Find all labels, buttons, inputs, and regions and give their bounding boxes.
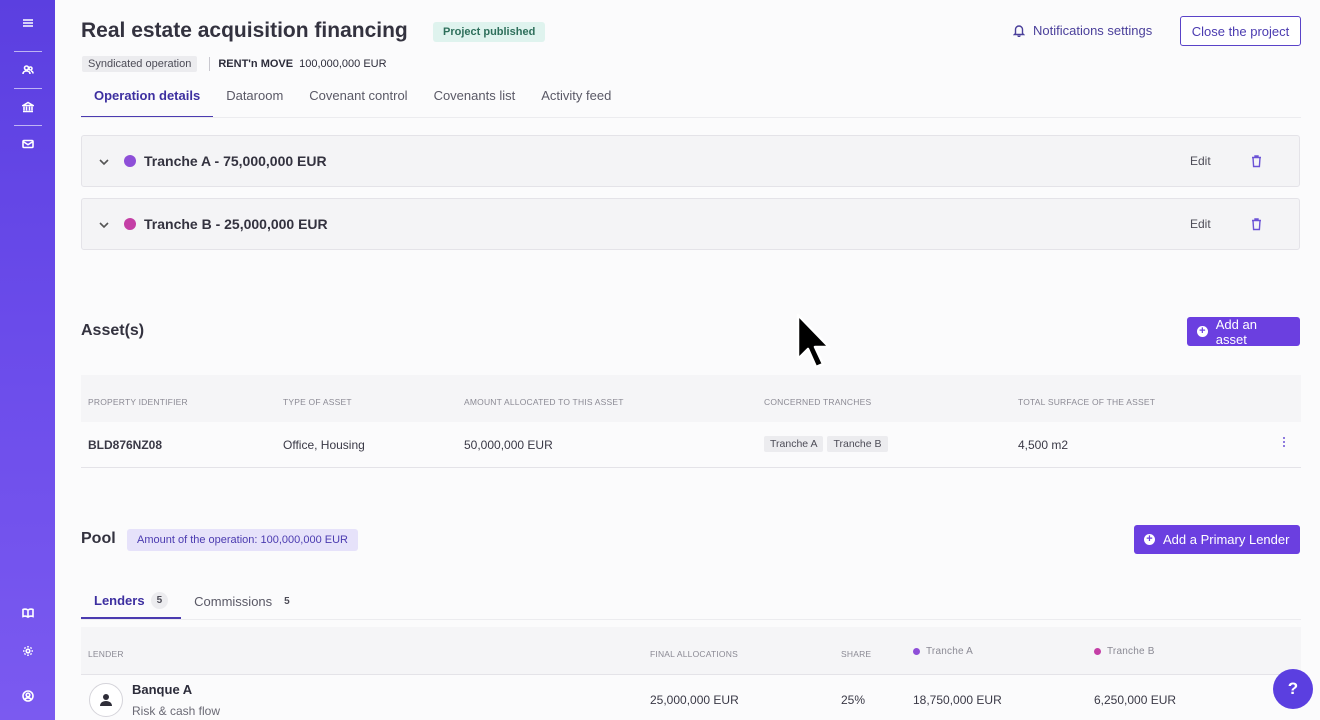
notifications-settings-link[interactable]: Notifications settings xyxy=(1013,23,1152,38)
plus-circle-icon: + xyxy=(1197,326,1208,337)
tab-covenant-control[interactable]: Covenant control xyxy=(296,80,420,118)
tranche-a-color-dot xyxy=(124,155,136,167)
lender-role: Risk & cash flow xyxy=(132,704,221,718)
tranche-b-label: Tranche B - 25,000,000 EUR xyxy=(144,216,328,232)
bank-icon[interactable] xyxy=(16,95,40,119)
tranche-b-edit-button[interactable]: Edit xyxy=(1190,217,1211,231)
tabs-divider xyxy=(81,117,1301,118)
tranche-a-header-label: Tranche A xyxy=(926,646,974,657)
tranche-a-panel[interactable]: Tranche A - 75,000,000 EUR Edit xyxy=(81,135,1300,187)
status-badge: Project published xyxy=(433,22,546,42)
notifications-label: Notifications settings xyxy=(1033,23,1153,38)
bell-icon xyxy=(1013,25,1025,37)
tranche-b-panel[interactable]: Tranche B - 25,000,000 EUR Edit xyxy=(81,198,1300,250)
mail-icon[interactable] xyxy=(16,132,40,156)
users-icon[interactable] xyxy=(16,58,40,82)
divider xyxy=(209,57,211,71)
settings-icon[interactable] xyxy=(16,639,40,663)
tranche-b-allocation: 6,250,000 EUR xyxy=(1094,693,1177,707)
tranche-b-color-dot xyxy=(1094,647,1101,655)
tab-lenders[interactable]: Lenders 5 xyxy=(81,583,182,619)
column-header-tranche-b: Tranche B xyxy=(1094,646,1155,657)
tranche-a-label: Tranche A - 75,000,000 EUR xyxy=(144,153,327,169)
trash-icon[interactable] xyxy=(1250,217,1263,231)
pool-tabs: Lenders 5 Commissions 5 xyxy=(81,583,309,619)
column-header: LENDER xyxy=(88,649,124,659)
tranche-a-allocation: 18,750,000 EUR xyxy=(913,693,1002,707)
tab-activity-feed[interactable]: Activity feed xyxy=(528,80,624,118)
add-lender-label: Add a Primary Lender xyxy=(1163,532,1290,547)
column-header: AMOUNT ALLOCATED TO THIS ASSET xyxy=(464,397,624,407)
asset-amount: 50,000,000 EUR xyxy=(464,438,553,452)
tab-dataroom[interactable]: Dataroom xyxy=(213,80,296,118)
main-content: Real estate acquisition financing Projec… xyxy=(55,0,1320,720)
chevron-down-icon[interactable] xyxy=(98,155,110,167)
user-icon xyxy=(100,694,112,706)
sidebar-divider xyxy=(13,88,42,89)
tab-operation-details[interactable]: Operation details xyxy=(81,80,214,118)
column-header: FINAL ALLOCATIONS xyxy=(650,649,738,659)
trash-icon[interactable] xyxy=(1250,154,1263,168)
tab-label: Commissions xyxy=(194,593,273,609)
page-title: Real estate acquisition financing xyxy=(81,19,408,42)
tranche-b-color-dot xyxy=(124,218,136,230)
pool-section-title: Pool xyxy=(81,530,116,547)
table-row[interactable]: BLD876NZ08 Office, Housing 50,000,000 EU… xyxy=(81,422,1301,468)
sidebar-divider xyxy=(13,51,42,52)
lender-name: Banque A xyxy=(132,682,193,697)
column-header: PROPERTY IDENTIFIER xyxy=(88,397,188,407)
share: 25% xyxy=(841,693,866,707)
tab-label: Lenders xyxy=(94,592,145,608)
assets-section-title: Asset(s) xyxy=(81,322,145,339)
assets-table-header: PROPERTY IDENTIFIER TYPE OF ASSET AMOUNT… xyxy=(81,375,1301,423)
column-header-tranche-a: Tranche A xyxy=(913,646,973,657)
column-header: CONCERNED TRANCHES xyxy=(764,397,872,407)
count-badge: 5 xyxy=(150,591,169,609)
profile-icon[interactable] xyxy=(16,684,40,708)
pool-amount-badge: Amount of the operation: 100,000,000 EUR xyxy=(127,529,358,551)
tranche-chip: Tranche B xyxy=(827,436,888,452)
tranche-a-edit-button[interactable]: Edit xyxy=(1190,154,1211,168)
tab-commissions[interactable]: Commissions 5 xyxy=(181,583,309,619)
plus-circle-icon: + xyxy=(1144,534,1155,545)
concerned-tranches: Tranche A Tranche B xyxy=(764,436,892,452)
add-asset-label: Add an asset xyxy=(1215,316,1257,347)
column-header: SHARE xyxy=(841,649,872,659)
operation-summary: Syndicated operation RENT'n MOVE 100,000… xyxy=(82,56,387,72)
table-row[interactable]: Banque A Risk & cash flow 25,000,000 EUR… xyxy=(81,675,1301,720)
asset-surface: 4,500 m2 xyxy=(1018,438,1069,452)
final-allocation: 25,000,000 EUR xyxy=(650,693,739,707)
help-button[interactable]: ? xyxy=(1273,669,1313,709)
menu-icon[interactable] xyxy=(16,11,40,35)
chevron-down-icon[interactable] xyxy=(98,218,110,230)
add-primary-lender-button[interactable]: + Add a Primary Lender xyxy=(1134,525,1300,554)
book-icon[interactable] xyxy=(16,601,40,625)
sidebar-divider xyxy=(13,125,42,126)
more-options-icon[interactable] xyxy=(1281,437,1287,451)
tranche-chip: Tranche A xyxy=(764,436,824,452)
tranche-b-header-label: Tranche B xyxy=(1107,646,1155,657)
tranche-a-color-dot xyxy=(913,647,920,655)
column-header: TOTAL SURFACE OF THE ASSET xyxy=(1018,397,1156,407)
operation-amount: 100,000,000 EUR xyxy=(299,58,387,70)
avatar xyxy=(89,683,123,717)
asset-type: Office, Housing xyxy=(283,438,365,452)
sidebar xyxy=(0,0,55,720)
count-badge: 5 xyxy=(284,595,290,607)
property-identifier: BLD876NZ08 xyxy=(88,438,163,452)
mouse-cursor-icon xyxy=(796,313,831,369)
tab-covenants-list[interactable]: Covenants list xyxy=(421,80,529,118)
close-project-button[interactable]: Close the project xyxy=(1180,16,1301,46)
operation-type-tag: Syndicated operation xyxy=(82,56,198,72)
add-asset-button[interactable]: + Add an asset xyxy=(1187,316,1300,347)
main-tabs: Operation details Dataroom Covenant cont… xyxy=(81,80,624,118)
lenders-table-header: LENDER FINAL ALLOCATIONS SHARE Tranche A… xyxy=(81,627,1301,675)
column-header: TYPE OF ASSET xyxy=(283,397,352,407)
pool-tabs-divider xyxy=(81,619,1301,620)
borrower-name: RENT'n MOVE xyxy=(218,58,294,70)
